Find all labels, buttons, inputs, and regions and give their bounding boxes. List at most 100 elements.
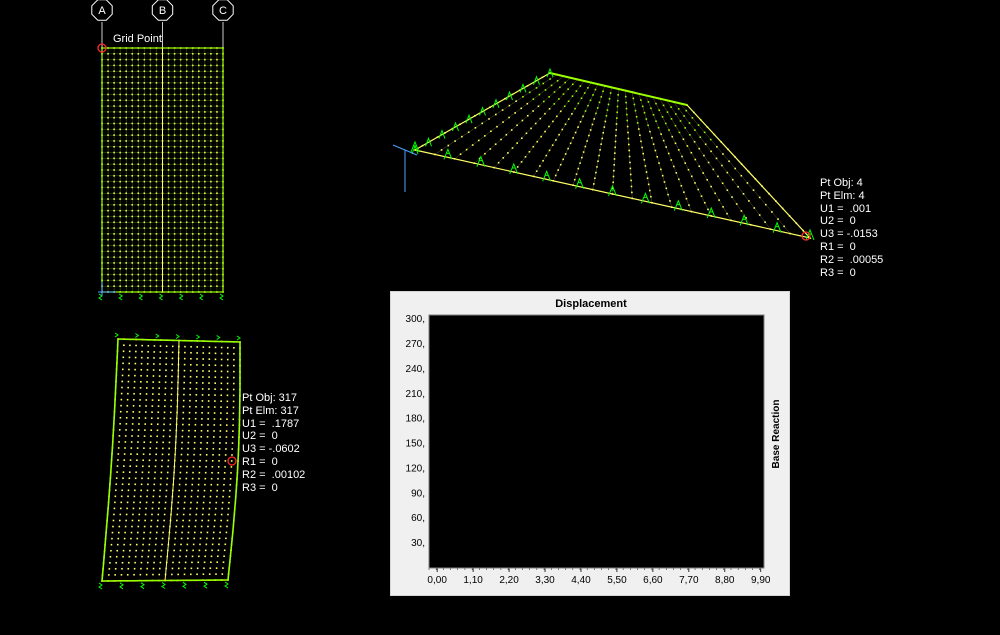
mesh-point [461,135,463,138]
mesh-point [626,125,629,128]
mesh-point [158,501,161,504]
mesh-point [135,344,137,347]
mesh-point [137,429,140,431]
mesh-point [214,358,217,361]
mesh-point [147,555,150,558]
mesh-point [136,531,139,534]
pushover-curve-panel[interactable]: Displacement Base Reaction 0,00 1,10 2,20 3… [390,291,790,596]
mesh-point [740,174,743,177]
mesh-point [177,573,179,576]
mesh-point [532,145,535,148]
mesh-point [206,436,209,438]
support-symbol [236,335,241,341]
mesh-point [220,346,223,349]
mesh-point [138,519,140,522]
mesh-point [201,519,203,522]
support-symbol [224,581,229,589]
y-tick-label: 270, [406,339,425,350]
mesh-point [561,128,564,131]
mesh-point [181,531,183,534]
mesh-point [151,405,154,407]
mesh-point [526,114,529,117]
mesh-point [114,501,116,504]
mesh-point [119,422,121,425]
mesh-point [188,417,191,420]
support-symbol [161,582,166,589]
mesh-point [199,447,202,450]
mesh-point [645,118,648,120]
mesh-point [114,568,117,570]
mesh-point [661,116,664,118]
mesh-point [669,200,671,202]
mesh-point [150,435,152,438]
mesh-point [150,525,152,528]
mesh-point [203,567,205,570]
info-line: Pt Elm: 4 [820,189,865,202]
mesh-point [141,555,143,558]
mesh-point [721,182,724,185]
mesh-point [128,471,131,474]
mesh-point [232,382,235,385]
mesh-point [147,344,150,347]
mesh-point [154,543,157,546]
mesh-point [630,179,632,182]
3d-deformed-view[interactable] [385,65,845,265]
mesh-point [151,507,154,510]
mesh-point [524,156,527,158]
mesh-point [579,85,582,87]
deformed-plan-view[interactable] [95,330,255,590]
mesh-point [213,436,215,438]
mesh-point [567,118,570,120]
mesh-point [188,525,190,528]
mesh-point [501,109,504,111]
mesh-point [191,561,193,564]
mesh-point [185,471,188,474]
info-line: U3 = -.0153 [820,228,878,241]
mesh-point [490,130,492,133]
mesh-point [562,93,565,95]
mesh-point [163,513,166,516]
mesh-point [183,369,186,372]
mesh-point [133,573,135,576]
mesh-point [516,166,519,168]
mesh-point [121,483,124,486]
mesh-point [149,447,152,450]
mesh-point [180,447,183,450]
mesh-point [522,95,524,98]
mesh-point [195,376,198,378]
mesh-point [218,460,220,462]
mesh-point [200,525,203,528]
info-line: Pt Obj: 4 [820,177,863,189]
mesh-point [194,429,196,432]
mesh-point [146,369,149,371]
mesh-point [562,158,564,161]
mesh-point [201,418,203,420]
mesh-point [604,120,607,123]
mesh-point [130,531,133,534]
mesh-point [189,387,192,390]
mesh-point [152,501,154,504]
plan-view-top-left[interactable]: A B C [85,0,325,310]
mesh-point [120,574,123,576]
mesh-point [136,537,139,540]
mesh-point [663,181,666,183]
mesh-point [595,171,597,174]
mesh-point [532,98,535,100]
mesh-point [123,453,126,455]
mesh-point [208,346,211,349]
mesh-point [158,393,160,395]
mesh-point [129,344,131,347]
mesh-point [213,430,215,432]
mesh-point [707,208,709,211]
mesh-point [712,168,715,171]
mesh-point [232,412,235,415]
y-tick-label: 210, [406,389,425,400]
mesh-point [206,531,209,534]
mesh-point [577,167,580,170]
mesh-point [628,155,631,158]
mesh-point [489,148,492,150]
mesh-point [171,363,174,366]
mesh-point [740,210,743,212]
mesh-point [616,117,618,119]
mesh-point [722,206,724,208]
